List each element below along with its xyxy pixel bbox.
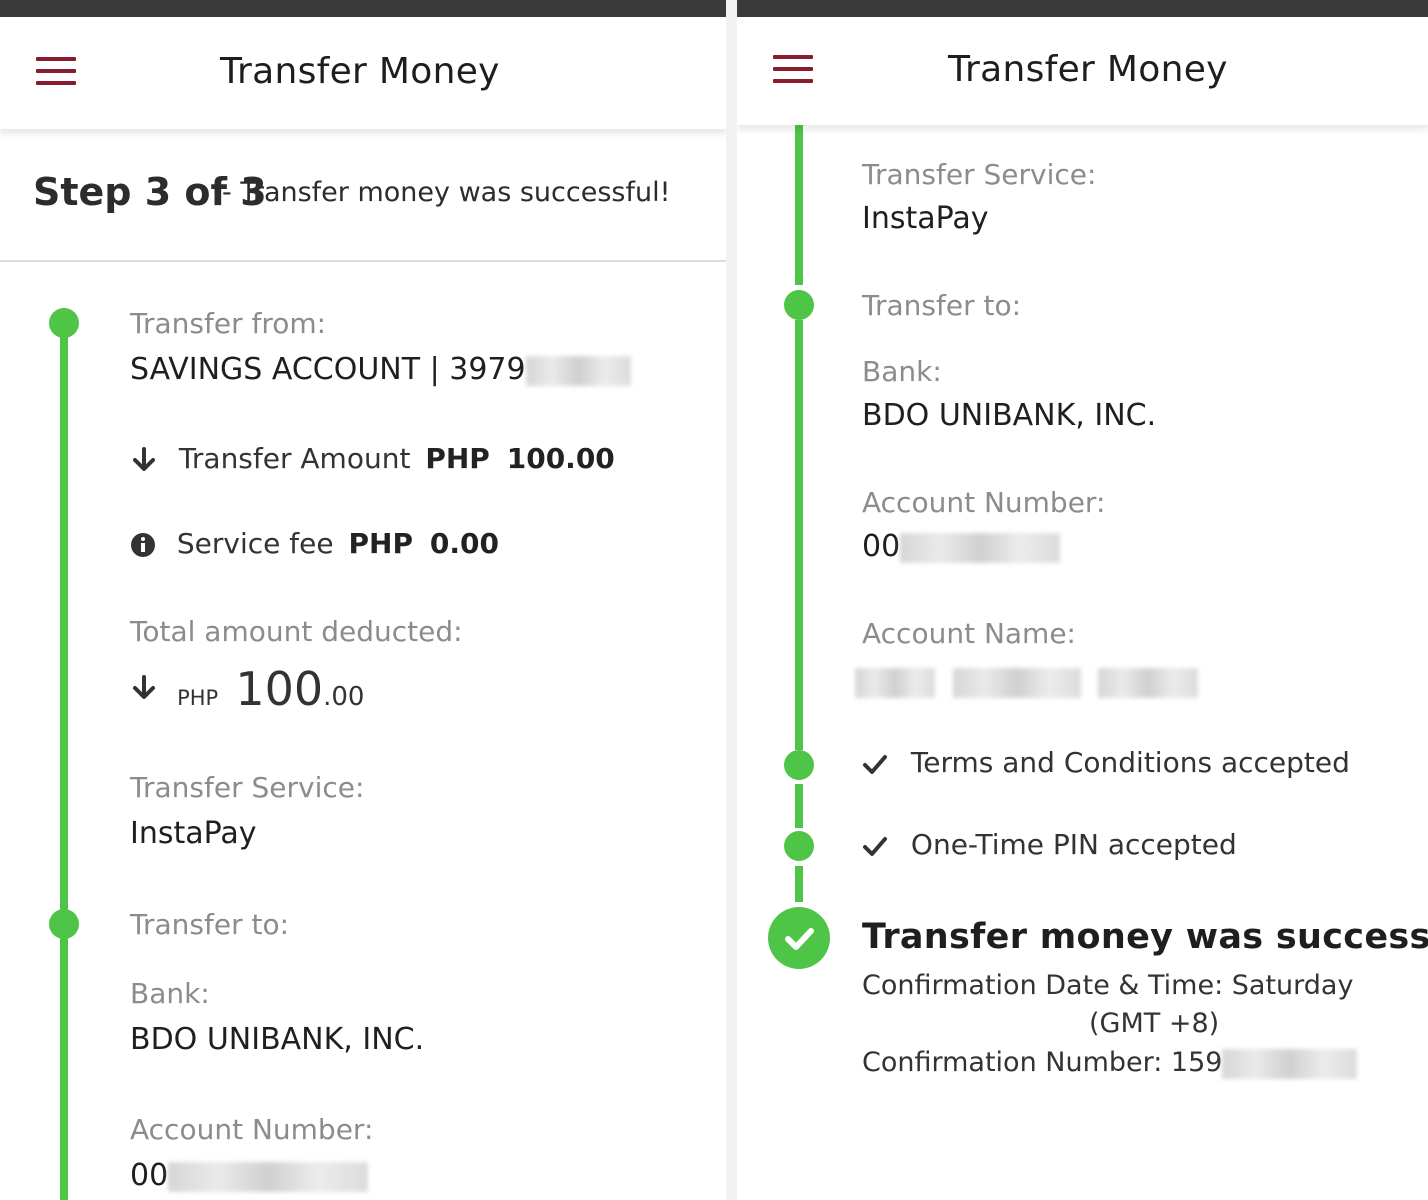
checkmark-icon (863, 837, 887, 856)
transfer-to-label: Transfer to: (862, 289, 1022, 322)
transfer-amount-row: Transfer Amount PHP 100.00 (130, 442, 615, 475)
confirmation-number: Confirmation Number: 159 (862, 1047, 1358, 1079)
account-name-label: Account Name: (862, 617, 1076, 650)
otp-row: One-Time PIN accepted (862, 828, 1237, 861)
bank-label: Bank: (130, 977, 210, 1010)
page-title: Transfer Money (948, 49, 1228, 90)
arrow-down-icon (133, 675, 155, 699)
redacted-account-number (168, 1161, 369, 1192)
total-deducted-label: Total amount deducted: (130, 615, 463, 648)
account-number-label: Account Number: (130, 1113, 374, 1146)
timeline-dot-terms (784, 750, 814, 780)
total-deducted-decimals: .00 (323, 682, 365, 712)
total-deducted-whole: 100 (235, 662, 324, 716)
transfer-service-value: InstaPay (862, 201, 989, 236)
service-fee-row: Service fee PHP 0.00 (130, 527, 499, 560)
confirmation-number-text: Confirmation Number: 159 (862, 1047, 1223, 1078)
timeline-dot-otp (784, 831, 814, 861)
transfer-service-label: Transfer Service: (862, 158, 1097, 191)
app-header: Transfer Money (0, 17, 726, 129)
account-number-value: 00 (130, 1158, 369, 1193)
transfer-service-value: InstaPay (130, 816, 257, 851)
confirmation-datetime: Confirmation Date & Time: Saturday (862, 970, 1354, 1001)
timeline-dot-to (784, 290, 814, 320)
redacted-name-part (855, 667, 935, 698)
timeline-line-3 (795, 784, 803, 828)
timeline-line-4 (795, 866, 803, 902)
arrow-down-icon (133, 447, 155, 471)
bank-value: BDO UNIBANK, INC. (862, 398, 1157, 433)
step-message: - Transfer money was successful! (222, 177, 671, 208)
service-fee-currency: PHP (348, 527, 413, 560)
status-bar (0, 0, 726, 17)
status-bar (737, 0, 1428, 17)
success-check-icon (768, 907, 830, 969)
menu-icon[interactable] (36, 57, 76, 91)
transfer-from-account: SAVINGS ACCOUNT | 3979 (130, 352, 526, 387)
terms-text: Terms and Conditions accepted (910, 746, 1350, 779)
left-screen: Transfer Money Step 3 of 3 - Transfer mo… (0, 0, 726, 1200)
transfer-from-label: Transfer from: (130, 307, 327, 340)
service-fee-value: 0.00 (429, 527, 499, 560)
transfer-service-label: Transfer Service: (130, 771, 365, 804)
account-number-prefix: 00 (130, 1158, 169, 1193)
success-title: Transfer money was successful! (862, 917, 1428, 957)
timeline-line (60, 330, 68, 1200)
timeline-dot-from (49, 308, 79, 338)
confirmation-timezone: (GMT +8) (1089, 1008, 1220, 1039)
account-name-value (855, 664, 1199, 699)
menu-icon[interactable] (773, 55, 813, 89)
page-title: Transfer Money (220, 51, 500, 92)
otp-text: One-Time PIN accepted (910, 828, 1237, 861)
bank-label: Bank: (862, 355, 942, 388)
redacted-name-part (1098, 667, 1199, 698)
transfer-amount-label: Transfer Amount (178, 442, 411, 475)
total-deducted-amount: PHP 100.00 (130, 662, 364, 716)
timeline-dot-to (49, 909, 79, 939)
terms-row: Terms and Conditions accepted (862, 746, 1350, 779)
account-number-label: Account Number: (862, 486, 1106, 519)
app-header: Transfer Money (737, 17, 1428, 125)
step-indicator: Step 3 of 3 - Transfer money was success… (0, 130, 726, 262)
total-deducted-currency: PHP (177, 686, 219, 710)
account-number-prefix: 00 (862, 529, 901, 564)
redacted-account-digits (525, 355, 631, 386)
redacted-confirmation-number (1222, 1048, 1358, 1079)
transfer-from-value: SAVINGS ACCOUNT | 3979 (130, 352, 631, 387)
transfer-amount-value: 100.00 (506, 442, 615, 475)
checkmark-icon (863, 755, 887, 774)
service-fee-label: Service fee (176, 527, 334, 560)
transfer-to-label: Transfer to: (130, 908, 290, 941)
bank-value: BDO UNIBANK, INC. (130, 1022, 425, 1057)
transfer-amount-currency: PHP (425, 442, 490, 475)
timeline-line-1 (795, 125, 803, 285)
right-screen: Transfer Money Transfer Service: InstaPa… (737, 0, 1428, 1200)
redacted-account-number (900, 532, 1061, 563)
account-number-value: 00 (862, 529, 1061, 564)
info-icon (131, 533, 155, 557)
redacted-name-part (952, 667, 1081, 698)
timeline-line-2 (795, 320, 803, 750)
